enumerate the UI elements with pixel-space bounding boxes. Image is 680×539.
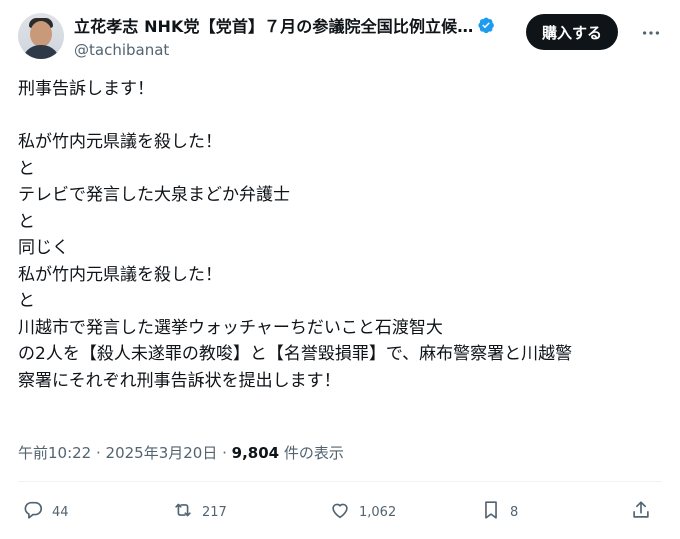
bookmark-button[interactable]: 8 [480,499,630,525]
tweet-header: 立花孝志 NHK党【党首】７月の参議院全国比例立候… @tachibanat 購… [18,10,668,62]
tweet-line: テレビで発言した大泉まどか弁護士 [18,185,290,205]
like-count: 1,062 [359,504,397,520]
verified-badge-icon [477,16,495,34]
retweet-button[interactable]: 217 [172,499,329,525]
retweet-icon [172,499,194,525]
tweet-time[interactable]: 午前10:22 [18,444,91,462]
tweet-line: の2人を【殺人未遂罪の教唆】と【名誉毀損罪】で、麻布警察署と川越警 [18,344,573,364]
view-count[interactable]: 9,804 [232,444,279,462]
share-button[interactable] [630,499,652,525]
more-horizontal-icon[interactable] [638,20,664,46]
tweet-line: と [18,291,35,311]
tweet-line: と [18,158,35,179]
tweet-line: 同じく [18,238,69,258]
buy-button[interactable]: 購入する [525,14,618,50]
bookmark-count: 8 [510,504,519,520]
tweet-date[interactable]: 2025年3月20日 [106,444,218,462]
tweet-line: 刑事告訴します！ [18,79,154,99]
meta-separator: · [217,444,232,462]
reply-count: 44 [52,504,69,520]
tweet-line: 私が竹内元県議を殺した！ [18,132,222,152]
view-count-label: 件の表示 [279,444,344,462]
avatar[interactable] [18,13,64,59]
tweet-line: 私が竹内元県議を殺した！ [18,264,222,285]
reply-button[interactable]: 44 [22,499,172,525]
bookmark-icon [480,499,502,525]
heart-icon [329,499,351,525]
tweet-card: 立花孝志 NHK党【党首】７月の参議院全国比例立候… @tachibanat 購… [0,0,680,539]
share-icon [630,499,652,525]
retweet-count: 217 [202,504,227,520]
action-bar: 44 217 1,062 8 [22,498,658,526]
author-info: 立花孝志 NHK党【党首】７月の参議院全国比例立候… @tachibanat [74,13,495,59]
meta-separator: · [91,444,106,462]
divider [18,481,662,482]
tweet-meta: 午前10:22 · 2025年3月20日 · 9,804 件の表示 [18,442,344,463]
tweet-line: 察署にそれぞれ刑事告訴状を提出します！ [18,370,341,391]
tweet-line: と [18,211,35,232]
display-name[interactable]: 立花孝志 NHK党【党首】７月の参議院全国比例立候… [74,13,473,37]
user-handle[interactable]: @tachibanat [74,41,495,59]
like-button[interactable]: 1,062 [329,499,480,525]
tweet-line: 川越市で発言した選挙ウォッチャーちだいこと石渡智大 [18,317,443,338]
tweet-text: 刑事告訴します！ 私が竹内元県議を殺した！ と テレビで発言した大泉まどか弁護士… [18,76,658,394]
reply-icon [22,499,44,525]
tweet-line [18,103,658,130]
